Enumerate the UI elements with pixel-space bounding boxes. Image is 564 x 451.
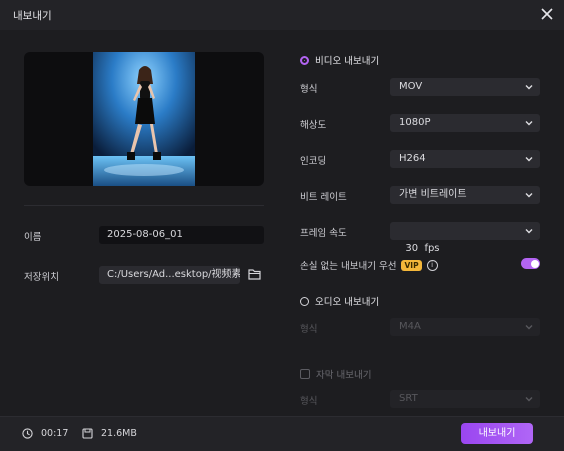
lossless-toggle[interactable]: [521, 258, 540, 269]
chevron-down-icon: [525, 397, 533, 402]
encoding-select[interactable]: H264: [390, 150, 540, 168]
bitrate-value: 가변 비트레이트: [399, 189, 467, 200]
radio-selected-icon: [300, 55, 309, 65]
video-format-label: 형식: [300, 84, 318, 95]
left-divider: [24, 205, 264, 206]
chevron-down-icon: [525, 193, 533, 198]
chevron-down-icon: [525, 229, 533, 234]
audio-export-radio[interactable]: 오디오 내보내기: [300, 294, 379, 308]
bitrate-label: 비트 레이트: [300, 192, 347, 203]
title-bar: 내보내기: [0, 0, 564, 30]
lossless-label: 손실 없는 내보내기 우선: [300, 261, 397, 272]
checkbox-icon: [300, 369, 310, 379]
audio-export-label: 오디오 내보내기: [315, 297, 380, 308]
window-title: 내보내기: [13, 10, 52, 22]
size-value: 21.6MB: [101, 428, 137, 439]
location-label: 저장위치: [24, 272, 59, 283]
bitrate-select[interactable]: 가변 비트레이트: [390, 186, 540, 204]
resolution-select[interactable]: 1080P: [390, 114, 540, 132]
resolution-label: 해상도: [300, 120, 327, 131]
chevron-down-icon: [525, 121, 533, 126]
video-format-select[interactable]: MOV: [390, 78, 540, 96]
encoding-value: H264: [399, 153, 426, 164]
subtitle-format-select[interactable]: SRT: [390, 390, 540, 408]
video-export-label: 비디오 내보내기: [315, 56, 380, 67]
framerate-label: 프레임 속도: [300, 228, 347, 239]
resolution-value: 1080P: [399, 117, 431, 128]
subtitle-export-label: 자막 내보내기: [316, 370, 372, 381]
audio-format-select[interactable]: M4A: [390, 318, 540, 336]
duration-info: 00:17: [22, 428, 68, 439]
toggle-knob: [530, 259, 539, 268]
name-label: 이름: [24, 232, 42, 243]
chevron-down-icon: [525, 85, 533, 90]
framerate-value: 30 fps: [405, 243, 440, 254]
chevron-down-icon: [525, 325, 533, 330]
clock-icon: [22, 428, 33, 439]
vip-badge: VIP: [401, 259, 422, 271]
name-input[interactable]: 2025-08-06_01: [99, 226, 264, 244]
footer-bar: 00:17 21.6MB 내보내기: [0, 416, 564, 451]
audio-format-label: 형식: [300, 324, 318, 335]
chevron-down-icon: [525, 157, 533, 162]
framerate-select[interactable]: 30 fps: [390, 222, 540, 254]
duration-value: 00:17: [41, 428, 69, 439]
folder-icon[interactable]: [248, 268, 261, 280]
subtitle-export-checkbox[interactable]: 자막 내보내기: [300, 367, 371, 381]
info-icon[interactable]: i: [426, 259, 438, 271]
video-export-radio[interactable]: 비디오 내보내기: [300, 53, 379, 67]
size-info: 21.6MB: [82, 428, 137, 439]
export-button[interactable]: 내보내기: [461, 423, 533, 444]
file-size-icon: [82, 428, 93, 439]
video-preview: [24, 52, 264, 186]
lossless-row: 손실 없는 내보내기 우선 VIP i: [300, 258, 438, 272]
preview-thumbnail-image: [93, 52, 195, 186]
subtitle-format-label: 형식: [300, 396, 318, 407]
subtitle-format-value: SRT: [399, 393, 418, 404]
encoding-label: 인코딩: [300, 156, 327, 167]
video-format-value: MOV: [399, 81, 423, 92]
location-path[interactable]: C:/Users/Ad...esktop/视频素材: [99, 266, 240, 284]
radio-unselected-icon: [300, 296, 309, 306]
close-icon[interactable]: [540, 7, 554, 21]
audio-format-value: M4A: [399, 321, 421, 332]
